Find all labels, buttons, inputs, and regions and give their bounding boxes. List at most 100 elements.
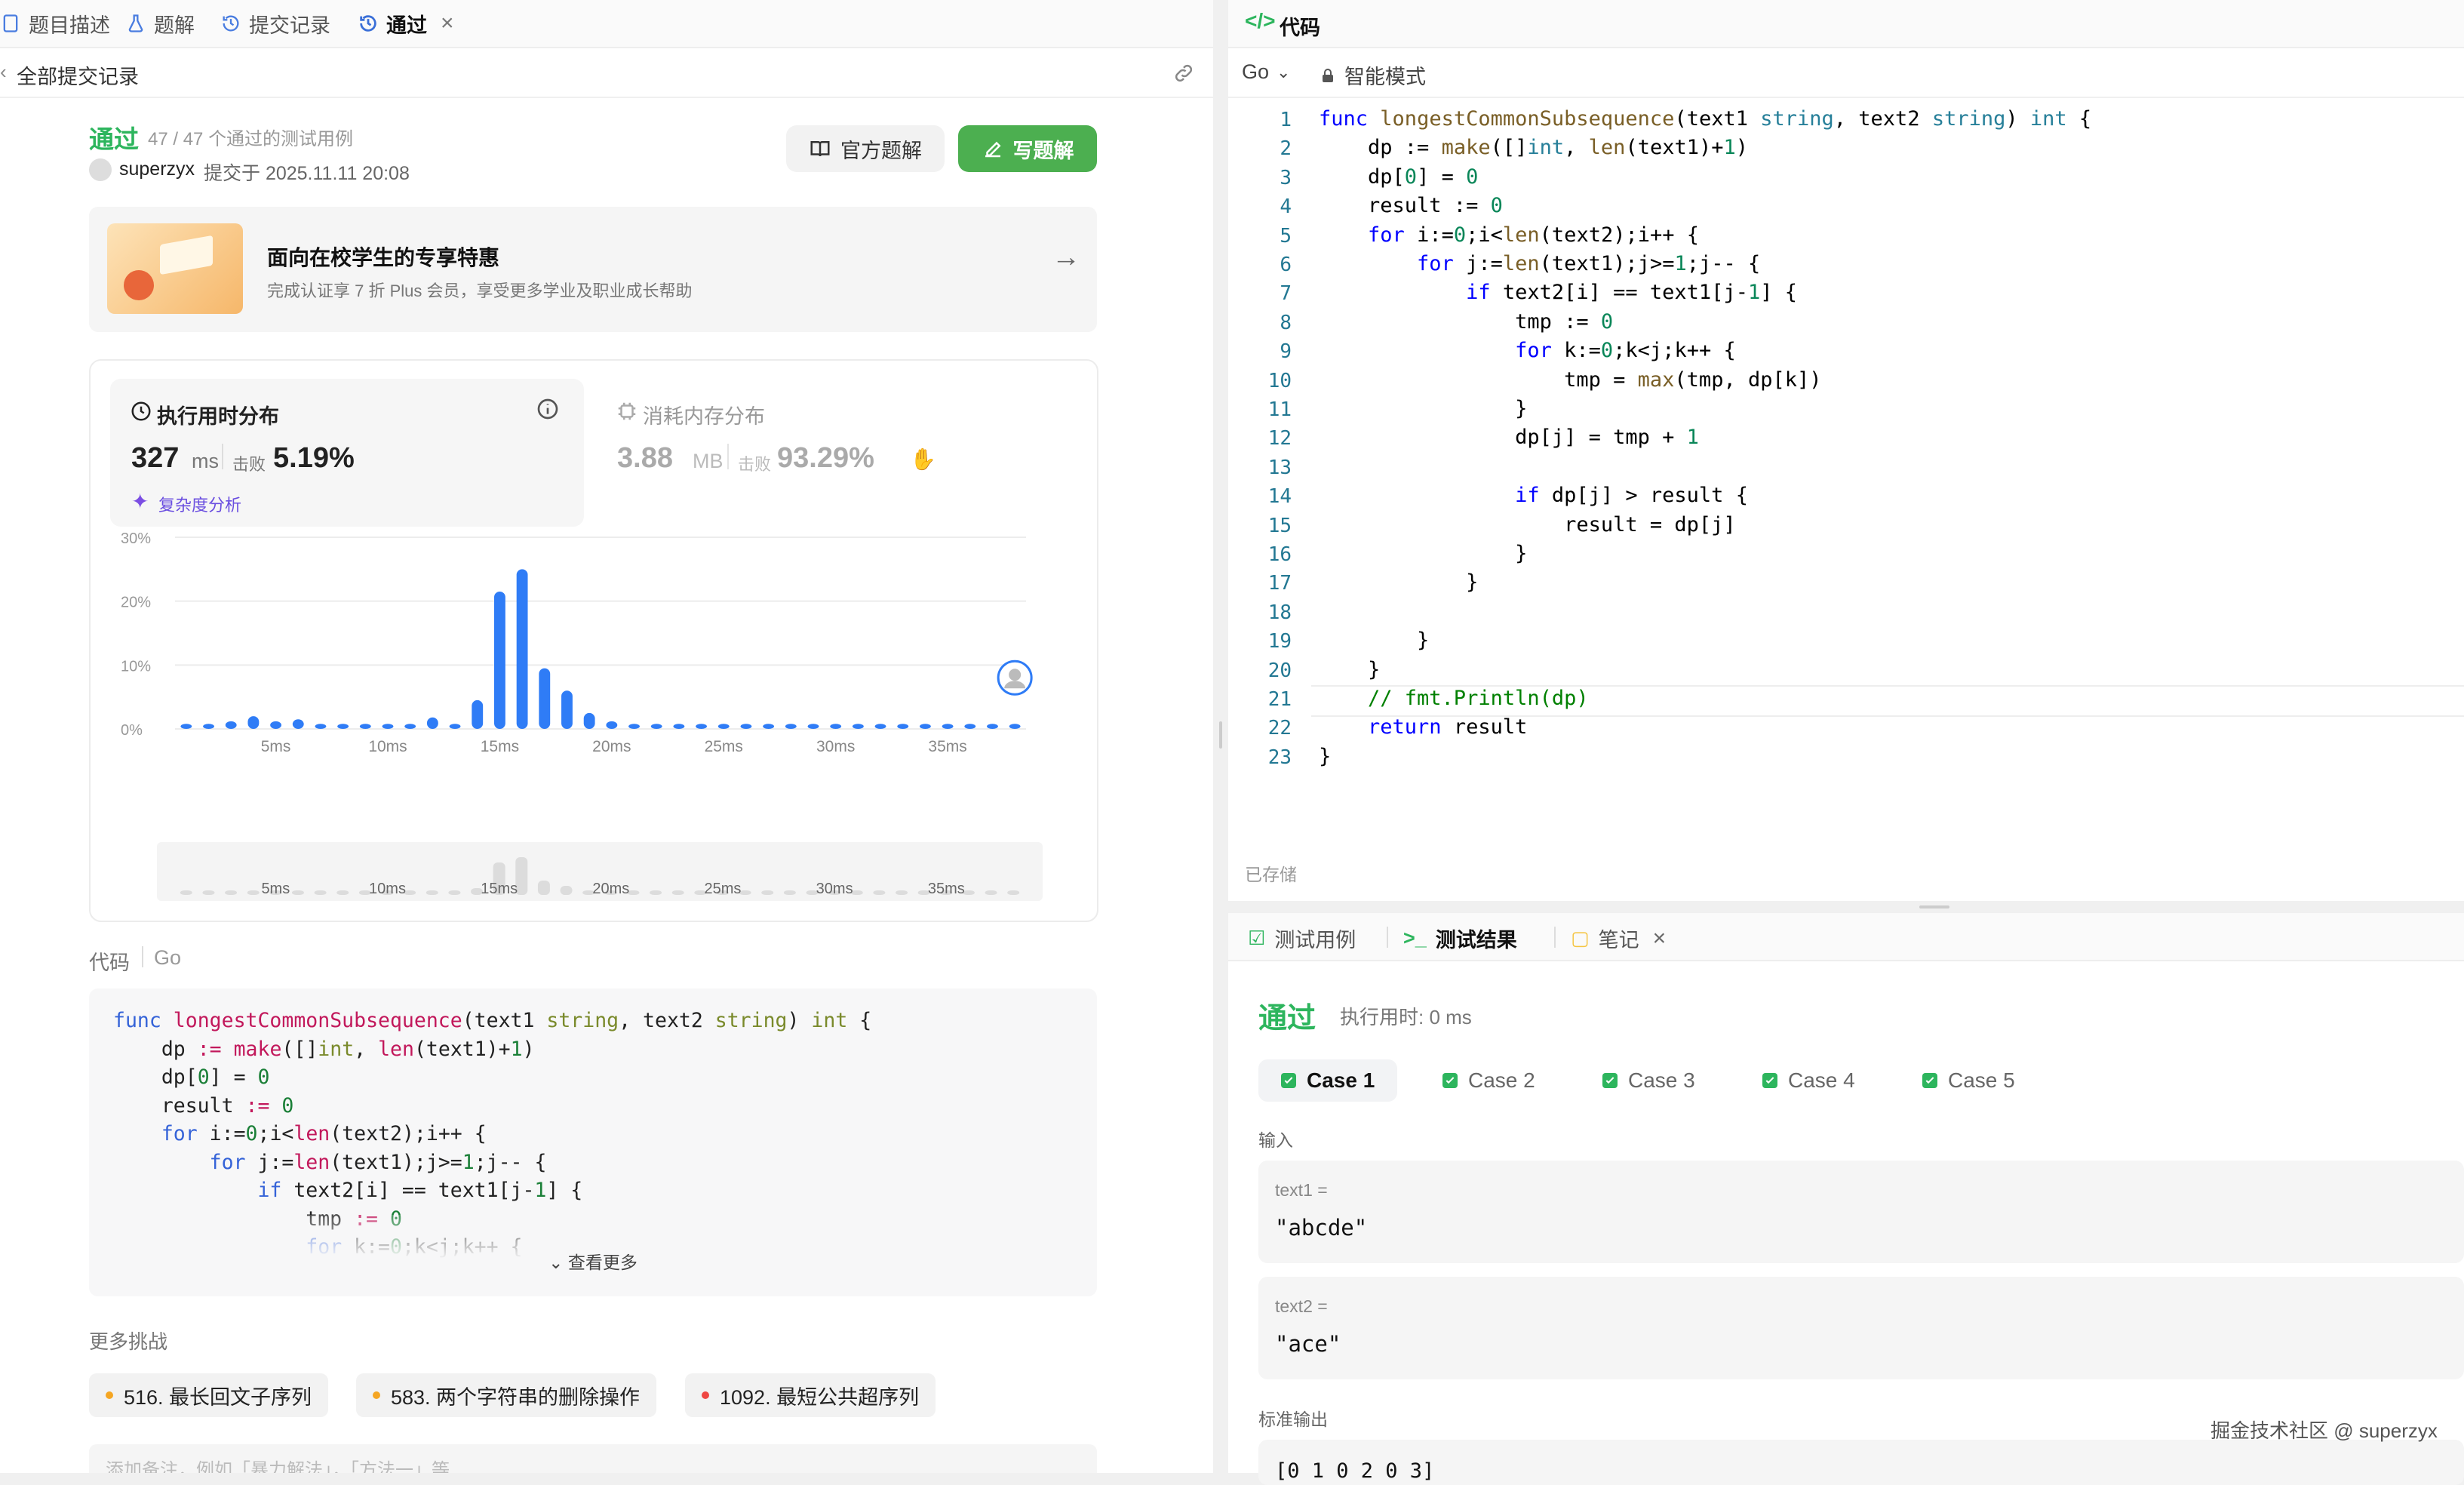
left-tab-bar: 题目描述 题解 提交记录 通过 × [0, 0, 1213, 48]
challenge-chip[interactable]: 516. 最长回文子序列 [89, 1373, 329, 1417]
chart-bar [449, 724, 461, 729]
show-more-button[interactable]: ⌄ 查看更多 [89, 1248, 1097, 1274]
tab-submissions[interactable]: 提交记录 [220, 0, 330, 47]
code-line[interactable]: result = dp[j] [1319, 513, 1736, 537]
username[interactable]: superzyx [119, 158, 195, 180]
mini-bar [985, 890, 997, 895]
book-icon [810, 141, 830, 157]
chart-bar [315, 724, 327, 729]
pane-splitter[interactable] [1213, 0, 1228, 1473]
code-line[interactable]: } [1319, 658, 1380, 681]
line-number: 15 [1267, 514, 1292, 537]
mini-x-tick-label: 30ms [816, 881, 853, 897]
mini-bar [225, 890, 238, 895]
tab-test-result[interactable]: >_ 测试结果 [1403, 924, 1517, 953]
mini-bar [537, 881, 550, 895]
mini-bar [426, 890, 438, 895]
memory-tile[interactable]: 消耗内存分布 3.88 MB 击败 93.29% ✋ [601, 379, 1053, 527]
case-tab-1[interactable]: Case 1 [1258, 1059, 1398, 1102]
note-input[interactable]: 添加备注，例如「暴力解法」，「方法一」等 [89, 1444, 1097, 1473]
link-icon[interactable] [1171, 62, 1197, 85]
button-label: 写题解 [1012, 139, 1074, 162]
code-line[interactable]: dp := make([]int, len(text1)+1) [1319, 136, 1748, 159]
checkbox-icon: ☑ [1248, 927, 1266, 949]
x-tick-label: 30ms [816, 738, 855, 753]
input-box-text2[interactable]: text2 = "ace" [1258, 1277, 2464, 1379]
submissions-nav-bar: ‹ 全部提交记录 [0, 48, 1213, 98]
runtime-tile[interactable]: 执行用时分布 327 ms 击败 5.19% ✦ 复杂度分析 [110, 379, 584, 527]
complexity-analysis-link[interactable]: 复杂度分析 [158, 492, 241, 516]
code-line[interactable]: } [1319, 629, 1429, 652]
code-line[interactable]: dp[j] = tmp + 1 [1319, 426, 1699, 449]
code-line[interactable]: } [1319, 570, 1478, 594]
code-line[interactable]: return result [1319, 715, 1527, 739]
code-line[interactable]: tmp = max(tmp, dp[k]) [1319, 368, 1821, 392]
arrow-right-icon[interactable]: → [1052, 241, 1080, 274]
code-line[interactable]: for k:=0;k<j;k++ { [1319, 339, 1736, 362]
case-tab-4[interactable]: Case 4 [1740, 1059, 1878, 1102]
mini-bar [896, 890, 908, 895]
tab-solutions[interactable]: 题解 [125, 0, 195, 47]
performance-card: 执行用时分布 327 ms 击败 5.19% ✦ 复杂度分析 消耗内存分布 3.… [89, 359, 1098, 922]
close-icon[interactable]: × [441, 11, 454, 36]
horizontal-splitter[interactable] [1228, 901, 2464, 913]
all-submissions-link[interactable]: 全部提交记录 [17, 60, 139, 90]
code-line[interactable]: if text2[i] == text1[j-1] { [1319, 281, 1797, 304]
input-name: text2 = [1275, 1296, 1328, 1316]
chart-bar [650, 724, 662, 729]
code-line[interactable]: func longestCommonSubsequence(text1 stri… [1319, 107, 2091, 131]
challenge-chip[interactable]: 1092. 最短公共超序列 [685, 1373, 936, 1417]
tab-accepted[interactable]: 通过 × [358, 0, 454, 47]
mini-bar [247, 890, 260, 895]
language-select[interactable]: Go ⌄ [1242, 60, 1290, 84]
official-solution-button[interactable]: 官方题解 [786, 125, 945, 172]
chart-bar [516, 569, 528, 729]
student-promo-banner[interactable]: 面向在校学生的专享特惠 完成认证享 7 折 Plus 会员，享受更多学业及职业成… [89, 207, 1097, 332]
case-tab-2[interactable]: Case 2 [1420, 1059, 1558, 1102]
flask-icon [128, 14, 143, 32]
chart-bar [583, 712, 595, 729]
code-line[interactable]: } [1319, 397, 1527, 420]
memory-value: 3.88 [617, 442, 673, 474]
tab-description[interactable]: 题目描述 [0, 0, 110, 47]
tab-testcases[interactable]: ☑ 测试用例 [1248, 924, 1356, 953]
history-icon [360, 15, 376, 32]
info-icon[interactable] [536, 397, 560, 421]
sparkle-icon: ✦ [131, 490, 149, 513]
smart-mode-toggle[interactable]: 智能模式 [1319, 60, 1426, 90]
chart-bar [561, 690, 573, 729]
case-tab-3[interactable]: Case 3 [1580, 1059, 1718, 1102]
runtime-title: 执行用时分布 [157, 405, 279, 428]
code-line[interactable]: result := 0 [1319, 194, 1503, 217]
chart-bar [203, 724, 214, 729]
submission-status: 通过 [89, 125, 139, 153]
runtime-mini-chart[interactable]: 5ms 10ms 15ms 20ms 25ms 30ms 35ms [157, 842, 1043, 902]
case-label: Case 4 [1788, 1068, 1855, 1092]
avatar[interactable] [89, 158, 112, 181]
code-lines[interactable]: 1 func longestCommonSubsequence(text1 str… [1228, 107, 2464, 803]
code-line[interactable]: for j:=len(text1);j>=1;j-- { [1319, 252, 1760, 275]
mini-bar [783, 890, 796, 895]
case-tab-5[interactable]: Case 5 [1900, 1059, 2038, 1102]
chart-bar [717, 724, 730, 729]
challenge-chip[interactable]: 583. 两个字符串的删除操作 [356, 1373, 657, 1417]
code-line[interactable]: } [1319, 542, 1527, 565]
input-box-text1[interactable]: text1 = "abcde" [1258, 1161, 2464, 1263]
code-line[interactable]: } [1319, 745, 1331, 768]
chart-bar [472, 699, 484, 729]
code-line[interactable]: tmp := 0 [1319, 310, 1613, 334]
submitted-code-block: func longestCommonSubsequence(text1 stri… [89, 988, 1097, 1296]
code-line[interactable]: if dp[j] > result { [1319, 484, 1748, 507]
back-arrow-icon[interactable]: ‹ [0, 60, 7, 84]
memory-beats: 93.29% [777, 442, 874, 474]
code-line[interactable]: dp[0] = 0 [1319, 165, 1478, 189]
chart-bar [539, 668, 551, 729]
close-icon[interactable]: × [1653, 926, 1667, 952]
avatar-head [1009, 669, 1022, 681]
code-line[interactable]: // fmt.Println(dp) [1319, 687, 1589, 710]
code-line[interactable]: for i:=0;i<len(text2);i++ { [1319, 223, 1699, 247]
y-tick-label: 20% [121, 595, 151, 611]
tab-notes[interactable]: ▢ 笔记 × [1571, 924, 1666, 953]
write-solution-button[interactable]: 写题解 [958, 125, 1097, 172]
show-more-label: 查看更多 [567, 1253, 638, 1272]
